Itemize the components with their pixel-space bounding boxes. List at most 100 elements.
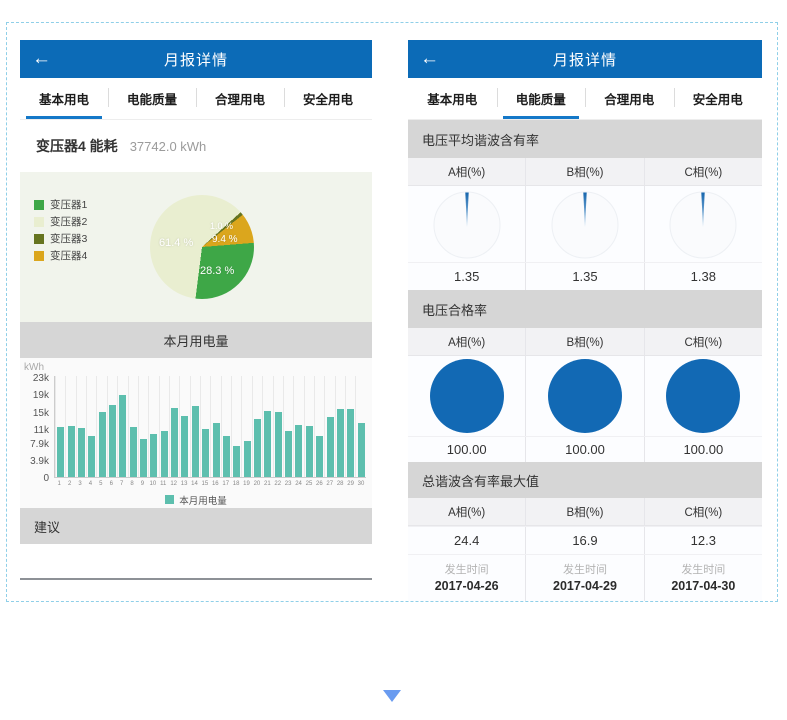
tab-safety[interactable]: 安全用电 [674,78,763,119]
needle-gauge-chart[interactable] [645,186,762,262]
bar-cell [128,376,138,477]
bar-cell [76,376,86,477]
occurrence-time: 发生时间2017-04-29 [526,555,644,601]
legend-label: 变压器2 [50,214,87,229]
x-axis-label: 9 [137,478,147,491]
bar [316,436,323,477]
x-axis-label: 30 [356,478,366,491]
bar [213,423,220,477]
y-axis-tick: 7.9k [21,439,49,450]
metric-value: 1.38 [645,263,762,290]
tab-quality[interactable]: 电能质量 [497,78,586,119]
transformer-pie-section: 变压器1变压器2变压器3变压器4 61.4 %1.0 %9.4 %28.3 % [20,172,372,322]
bar [192,406,199,477]
x-axis-label: 20 [252,478,262,491]
back-button[interactable]: ← [420,40,439,78]
x-axis-label: 17 [221,478,231,491]
disc-chart[interactable] [645,356,762,436]
bar [78,428,85,477]
tab-quality[interactable]: 电能质量 [108,78,196,119]
x-axis-label: 13 [179,478,189,491]
occurrence-time: 发生时间2017-04-26 [408,555,526,601]
empty-suggestion-area [20,544,372,578]
bar-cell [169,376,179,477]
bar [119,395,126,477]
tab-bar: 基本用电电能质量合理用电安全用电 [408,78,762,120]
app-header: ← 月报详情 [408,40,762,78]
tab-basic[interactable]: 基本用电 [408,78,497,119]
column-header-row: A相(%)B相(%)C相(%) [408,498,762,526]
column-header-row: A相(%)B相(%)C相(%) [408,328,762,356]
legend-label: 变压器1 [50,197,87,212]
section-header-0: 电压平均谐波含有率 [408,120,762,158]
bar [88,436,95,477]
app-header: ← 月报详情 [20,40,372,78]
bar-cell [55,376,65,477]
phone-screen-power-quality: ← 月报详情 基本用电电能质量合理用电安全用电 电压平均谐波含有率A相(%)B相… [408,40,762,601]
bar [150,434,157,477]
tab-rational[interactable]: 合理用电 [196,78,284,119]
x-axis-label: 22 [273,478,283,491]
bar [337,409,344,477]
expand-triangle-down-icon[interactable] [383,690,401,702]
bar [130,427,137,477]
x-axis-label: 4 [85,478,95,491]
bar-cell [65,376,75,477]
column-header: B相(%) [526,158,644,185]
metric-value: 100.00 [645,437,762,462]
x-axis-label: 1 [54,478,64,491]
bar-cell [107,376,117,477]
pie-chart[interactable]: 61.4 %1.0 %9.4 %28.3 % [150,195,254,299]
tab-rational[interactable]: 合理用电 [585,78,674,119]
bar [285,431,292,477]
disc-chart[interactable] [526,356,644,436]
column-header: C相(%) [645,158,762,185]
full-pie-disc [548,359,622,433]
time-value: 2017-04-26 [435,579,499,593]
bar [57,427,64,477]
bar-cell [190,376,200,477]
section-header-suggestion: 建议 [20,508,372,544]
x-axis-label: 14 [189,478,199,491]
tab-safety[interactable]: 安全用电 [284,78,372,119]
bar-cell [159,376,169,477]
column-header: C相(%) [645,328,762,355]
bar-cell [179,376,189,477]
pie-label: 61.4 % [159,237,193,249]
full-pie-disc [430,359,504,433]
tab-basic[interactable]: 基本用电 [20,78,108,119]
tab-bar: 基本用电电能质量合理用电安全用电 [20,78,372,120]
column-header: A相(%) [408,328,526,355]
bar [254,419,261,477]
bar [68,426,75,477]
legend-item: 变压器1 [34,196,87,213]
bar [202,429,209,477]
x-axis-label: 10 [148,478,158,491]
x-axis-label: 11 [158,478,168,491]
legend-item: 变压器2 [34,213,87,230]
x-axis: 1234567891011121314151617181920212223242… [54,478,366,491]
bar [244,441,251,477]
disc-chart[interactable] [408,356,526,436]
y-axis-tick: 11k [21,425,49,436]
column-header: C相(%) [645,498,762,525]
metric-value: 1.35 [526,263,644,290]
x-axis-label: 25 [304,478,314,491]
back-button[interactable]: ← [32,40,51,78]
bar-cell [241,376,251,477]
bar-cell [221,376,231,477]
column-header: A相(%) [408,498,526,525]
needle-gauge-chart[interactable] [408,186,526,262]
bar-cell [293,376,303,477]
bar-cell [86,376,96,477]
x-axis-label: 2 [64,478,74,491]
page-title: 月报详情 [408,49,762,70]
y-axis-tick: 0 [21,473,49,484]
metric-value: 1.35 [408,263,526,290]
metric-value: 100.00 [526,437,644,462]
bar-cell [283,376,293,477]
needle-gauge-chart[interactable] [526,186,644,262]
x-axis-label: 8 [127,478,137,491]
bar-chart[interactable]: 23k19k15k11k7.9k3.9k0 123456789101112131… [20,376,372,508]
legend-item: 变压器4 [34,247,87,264]
